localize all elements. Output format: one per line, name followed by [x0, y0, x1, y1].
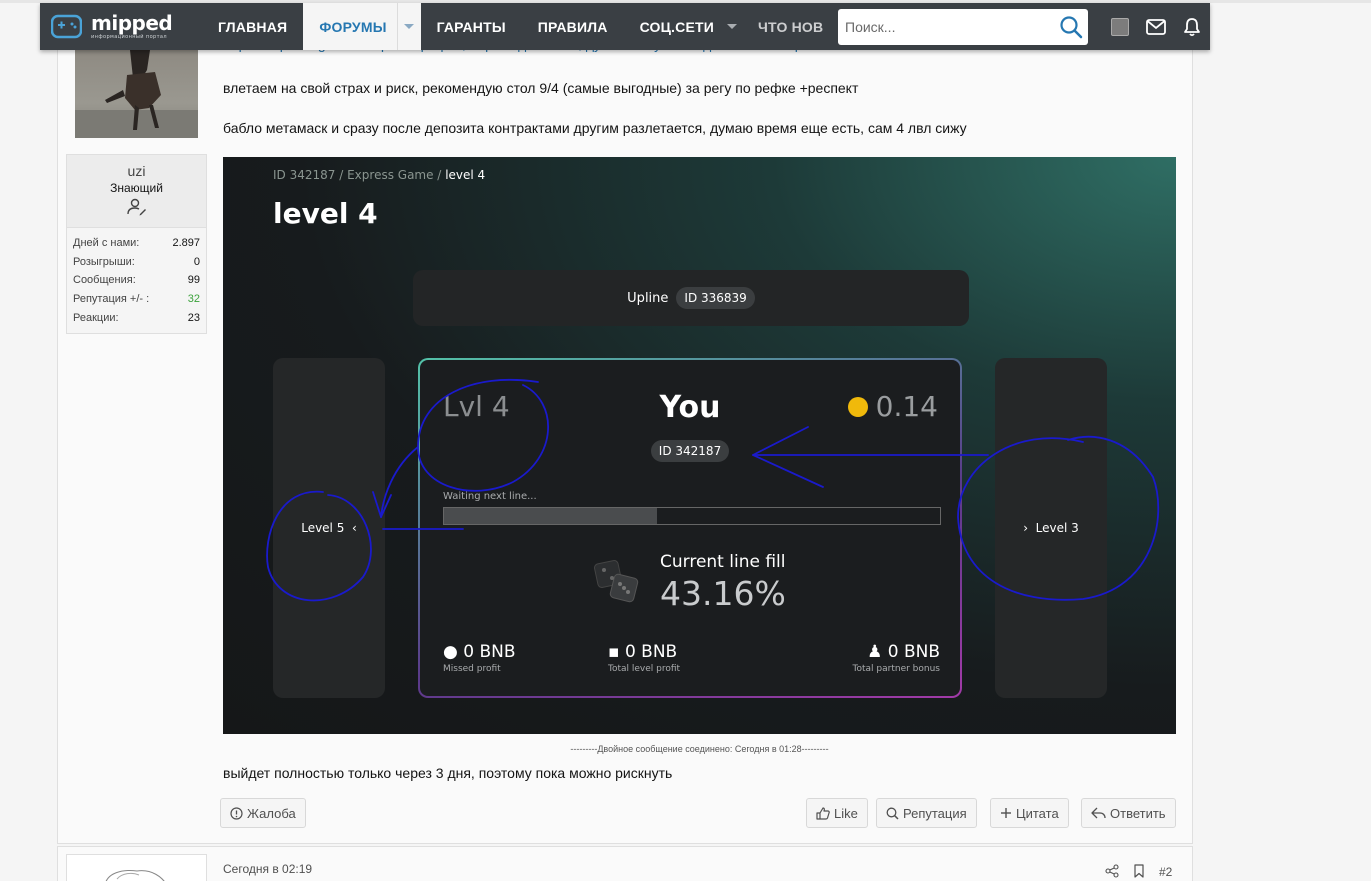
- reputation-button[interactable]: Репутация: [876, 798, 977, 828]
- search-box: [838, 9, 1088, 45]
- image-progress-fill: [444, 508, 658, 524]
- image-progress-bar: [443, 507, 941, 525]
- logo-name: mipped: [91, 11, 173, 35]
- attached-image[interactable]: ID 342187 / Express Game / level 4 level…: [223, 157, 1176, 734]
- user-avatar[interactable]: [75, 50, 198, 138]
- image-upline: Upline ID 336839: [413, 270, 969, 326]
- nav-forums-label: ФОРУМЫ: [319, 18, 387, 35]
- like-button[interactable]: Like: [806, 798, 868, 828]
- image-level-prev: Level 5 ‹: [273, 358, 385, 698]
- post-date-link[interactable]: Сегодня в 02:19: [223, 862, 312, 876]
- plus-icon: [1001, 808, 1011, 818]
- nav-whats-new[interactable]: ЧТО НОВ: [744, 3, 823, 50]
- thumbs-up-icon: [816, 806, 830, 820]
- image-fill-value: 43.16%: [660, 574, 786, 613]
- stat-reputation: Репутация +/- :32: [73, 293, 200, 306]
- inbox-button[interactable]: [1138, 3, 1174, 50]
- nav-rules[interactable]: ПРАВИЛА: [522, 3, 624, 50]
- logo-subtitle: информационный портал: [91, 34, 167, 40]
- nav-forums[interactable]: ФОРУМЫ: [303, 3, 421, 50]
- share-icon[interactable]: [1105, 864, 1119, 878]
- stat-reactions: Реакции: 23: [73, 311, 200, 324]
- image-missed: ● 0 BNB Missed profit: [443, 642, 516, 674]
- user-header: uzi Знающий: [67, 155, 206, 228]
- post-text-line-3: бабло метамаск и сразу после депозита ко…: [223, 120, 967, 136]
- logo[interactable]: mipped информационный портал: [40, 3, 202, 50]
- merge-note: ---------Двойное сообщение соединено: Се…: [570, 744, 829, 754]
- nav-user-tools: [1102, 3, 1210, 50]
- image-waiting: Waiting next line...: [443, 491, 537, 502]
- bell-icon: [1184, 17, 1200, 36]
- nav-home[interactable]: ГЛАВНАЯ: [202, 3, 303, 50]
- user-info-panel: uzi Знающий Дней с нами: 2.897 Розыгрыши:…: [66, 154, 207, 334]
- search-button[interactable]: [1054, 9, 1088, 45]
- bookmark-icon[interactable]: [1132, 864, 1146, 878]
- nav-forums-dropdown[interactable]: [396, 3, 421, 50]
- username-link[interactable]: uzi: [67, 163, 206, 179]
- image-title: level 4: [273, 197, 378, 230]
- report-button[interactable]: Жалоба: [220, 798, 306, 828]
- stat-days: Дней с нами: 2.897: [73, 237, 200, 249]
- nav-social[interactable]: СОЦ.СЕТИ: [624, 3, 744, 50]
- account-avatar: [1111, 17, 1129, 36]
- image-breadcrumb: ID 342187 / Express Game / level 4: [273, 168, 486, 182]
- image-level-next: › Level 3: [995, 358, 1107, 698]
- chevron-down-icon: [404, 24, 415, 29]
- navbar: mipped информационный портал ГЛАВНАЯ ФОР…: [40, 3, 1210, 50]
- user-avatar-2[interactable]: [66, 854, 207, 881]
- post-text-line-2: влетаем на свой страх и риск, рекомендую…: [223, 80, 859, 96]
- image-partner: ♟ 0 BNB Total partner bonus: [852, 642, 940, 674]
- reply-arrow-icon: [1091, 807, 1106, 819]
- alerts-button[interactable]: [1174, 3, 1210, 50]
- post-text-line-4: выйдет полностью только через 3 дня, поэ…: [223, 765, 673, 781]
- search-input[interactable]: [838, 9, 1054, 45]
- image-my-id: ID 342187: [420, 440, 960, 462]
- warning-circle-icon: [230, 806, 243, 820]
- stat-giveaways: Розыгрыши: 0: [73, 255, 200, 268]
- image-total: ▪ 0 BNB Total level profit: [608, 642, 681, 674]
- nav-social-dropdown[interactable]: [720, 3, 744, 50]
- reply-button[interactable]: Ответить: [1081, 798, 1176, 828]
- avatar-picture: [75, 50, 198, 138]
- account-button[interactable]: [1102, 3, 1138, 50]
- search-icon: [1060, 16, 1083, 39]
- image-balance: 0.14: [847, 390, 938, 423]
- quote-button[interactable]: Цитата: [990, 798, 1069, 828]
- bnb-coin-icon: [847, 396, 868, 417]
- search-icon: [886, 807, 899, 820]
- dice-icon: [594, 560, 639, 603]
- avatar-sketch: [105, 870, 165, 881]
- user-stats: Дней с нами: 2.897 Розыгрыши: 0 Сообщения:…: [67, 228, 206, 328]
- envelope-icon: [1146, 18, 1166, 35]
- gamepad-logo-icon: [51, 14, 82, 39]
- image-level-card: Lvl 4 You 0.14 ID 342187 Waiting next li…: [418, 358, 962, 698]
- nav-social-label: СОЦ.СЕТИ: [639, 18, 714, 35]
- image-fill-label: Current line fill: [660, 552, 786, 572]
- user-title: Знающий: [110, 181, 163, 195]
- stat-messages: Сообщения: 99: [73, 274, 200, 287]
- nav-guarantors[interactable]: ГАРАНТЫ: [421, 3, 522, 50]
- post-number-link[interactable]: #2: [1159, 865, 1172, 879]
- user-edit-icon: [126, 198, 146, 216]
- chevron-down-icon: [727, 24, 737, 29]
